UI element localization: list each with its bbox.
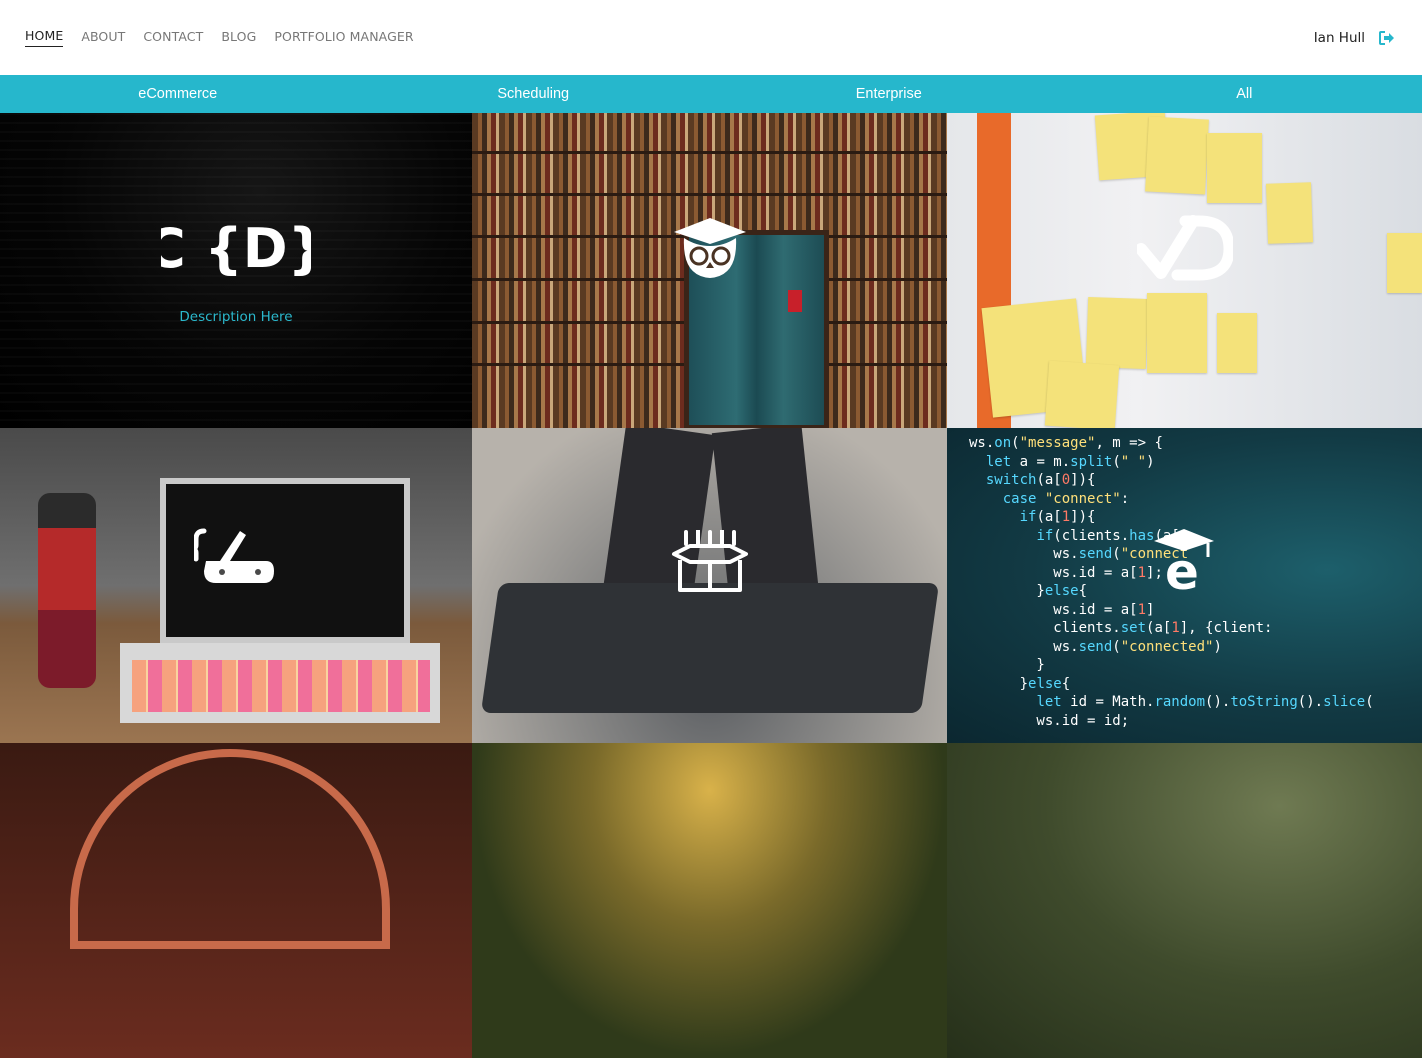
top-navigation: HOME ABOUT CONTACT BLOG PORTFOLIO MANAGE… <box>0 0 1422 75</box>
portfolio-item[interactable]: C {D} Description Here <box>0 113 472 428</box>
portfolio-grid: C {D} Description Here <box>0 113 1422 1058</box>
category-enterprise[interactable]: Enterprise <box>711 86 1067 102</box>
portfolio-item[interactable] <box>947 743 1422 1058</box>
nav-link-about[interactable]: ABOUT <box>81 29 125 47</box>
tile-description[interactable]: Description Here <box>179 309 292 325</box>
open-box-icon <box>670 530 750 596</box>
category-scheduling[interactable]: Scheduling <box>356 86 712 102</box>
portfolio-item[interactable] <box>0 743 472 1058</box>
sign-out-icon[interactable] <box>1379 31 1395 45</box>
tile-background <box>472 743 947 1058</box>
tile-content <box>194 527 278 593</box>
nav-links: HOME ABOUT CONTACT BLOG PORTFOLIO MANAGE… <box>25 28 414 47</box>
code-logo-text: C {D} <box>161 217 311 277</box>
portfolio-item[interactable]: ws.on("message", m => { let a = m.split(… <box>947 428 1422 743</box>
tile-background <box>947 743 1422 1058</box>
owl-graduation-cap-icon <box>672 216 748 280</box>
portfolio-item[interactable] <box>472 743 947 1058</box>
nav-link-portfolio-manager[interactable]: PORTFOLIO MANAGER <box>274 29 413 47</box>
tile-content: e <box>1154 527 1216 593</box>
tile-content: C {D} Description Here <box>161 217 311 325</box>
code-logo-icon: C {D} <box>161 217 311 277</box>
category-ecommerce[interactable]: eCommerce <box>0 86 356 102</box>
nav-link-blog[interactable]: BLOG <box>221 29 256 47</box>
tile-content <box>672 216 748 280</box>
portfolio-item[interactable] <box>472 113 947 428</box>
tile-content <box>1137 215 1233 281</box>
nav-link-home[interactable]: HOME <box>25 28 63 47</box>
user-name: Ian Hull <box>1314 30 1365 46</box>
category-all[interactable]: All <box>1067 86 1422 102</box>
portfolio-item[interactable] <box>0 428 472 743</box>
e-graduation-cap-icon: e <box>1154 527 1216 593</box>
user-area: Ian Hull <box>1314 30 1395 46</box>
nav-link-contact[interactable]: CONTACT <box>143 29 203 47</box>
portfolio-item[interactable] <box>472 428 947 743</box>
multi-tool-knife-icon <box>194 527 278 593</box>
tile-content <box>670 530 750 596</box>
portfolio-item[interactable] <box>947 113 1422 428</box>
tile-background <box>0 743 472 1058</box>
svg-text:e: e <box>1165 543 1199 593</box>
category-filter-bar: eCommerce Scheduling Enterprise All <box>0 75 1422 113</box>
checkmark-d-icon <box>1137 215 1233 281</box>
